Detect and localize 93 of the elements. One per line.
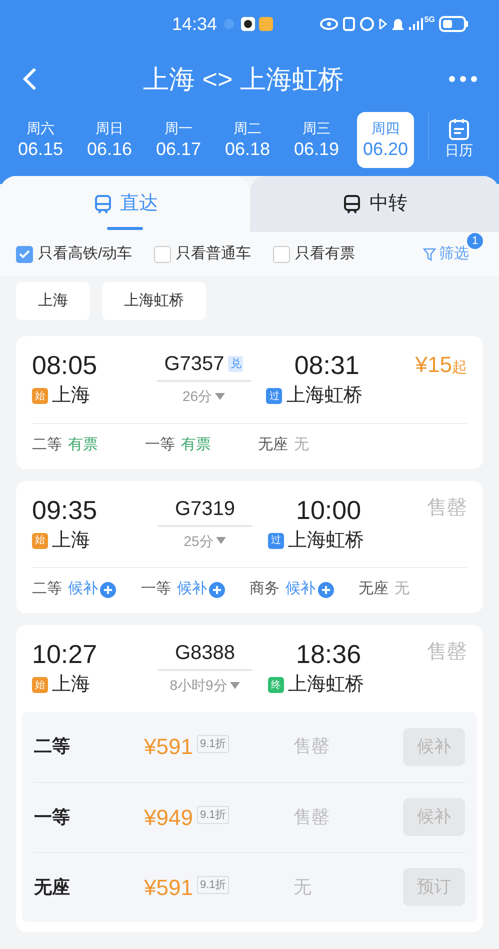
fare-status: 售罄 <box>293 735 330 758</box>
seat-status: 无 <box>294 434 309 455</box>
clock: 14:34 <box>172 12 218 36</box>
train-number: G7357 <box>164 352 224 377</box>
duration: 26分 <box>182 387 212 406</box>
sold-out-label: 售罄 <box>427 496 467 520</box>
train-number: G8388 <box>174 641 236 666</box>
route-title: 上海 <> 上海虹桥 <box>142 62 345 96</box>
count-badge: 1 <box>467 232 483 249</box>
station-tag: 过 <box>266 388 282 404</box>
station-chip[interactable]: 上海虹桥 <box>102 282 206 320</box>
date-tab[interactable]: 周一 06.17 <box>150 112 207 168</box>
plus-icon <box>208 582 225 598</box>
departure-station: 上海 <box>52 384 90 408</box>
date-tab[interactable]: 周三 06.19 <box>288 112 345 168</box>
station-chip[interactable]: 上海 <box>16 282 90 320</box>
arrival-station: 上海虹桥 <box>288 673 364 697</box>
network-label: 5G <box>424 14 435 26</box>
fare-status: 售罄 <box>293 806 330 828</box>
date-tab[interactable]: 周二 06.18 <box>219 112 276 168</box>
station-tag: 始 <box>32 532 48 549</box>
discount-tag: 9.1折 <box>196 734 230 753</box>
date-tab[interactable]: 周日 06.16 <box>81 112 138 168</box>
calendar-button[interactable]: 日历 <box>428 112 473 161</box>
filter-button[interactable]: 筛选 1 <box>423 232 483 266</box>
departure-time: 10:27 <box>32 638 98 671</box>
back-icon[interactable] <box>22 67 38 91</box>
filter-label[interactable]: 只看高铁/动车 <box>38 242 132 266</box>
checkbox[interactable] <box>16 246 33 262</box>
discount-tag: 9.1折 <box>196 876 230 894</box>
filter-label[interactable]: 只看普通车 <box>176 242 252 266</box>
date-tab[interactable]: 周六 06.15 <box>12 112 69 168</box>
train-number: G7319 <box>174 496 236 522</box>
signal-icon <box>409 18 424 30</box>
arrival-station: 上海虹桥 <box>286 384 362 408</box>
fare-price: ¥591 <box>144 874 193 902</box>
fare-price: ¥591 <box>144 733 193 761</box>
battery-icon <box>439 16 469 32</box>
seat-status: 候补 <box>286 579 316 600</box>
station-tag: 终 <box>268 677 284 694</box>
station-tag: 始 <box>32 677 48 694</box>
filter-icon <box>423 248 436 260</box>
exchange-tag: 兑 <box>228 356 244 372</box>
arrival-time: 08:31 <box>293 349 360 382</box>
price: ¥15起 <box>415 351 467 379</box>
departure-time: 08:05 <box>32 349 98 382</box>
station-tag: 过 <box>268 532 284 549</box>
seat-class: 一等 <box>34 806 71 828</box>
train-card[interactable]: 09:35 始 上海 G7319 25分 10:00 过 上海虹桥 售罄 二等 候补 一等 候补 商务 候补 无座 无 <box>16 480 483 613</box>
sold-out-label: 售罄 <box>427 640 467 665</box>
eye-icon <box>320 18 338 30</box>
seat-class: 一等 <box>140 579 171 600</box>
seat-class: 二等 <box>34 735 71 758</box>
seat-class: 二等 <box>32 434 62 455</box>
seat-class: 无座 <box>358 579 388 600</box>
seat-status: 无 <box>394 579 410 600</box>
station-tag: 始 <box>32 388 48 404</box>
seat-class: 无座 <box>34 876 71 898</box>
caret-icon <box>230 682 240 690</box>
checkbox[interactable] <box>154 246 172 262</box>
discount-tag: 9.1折 <box>196 806 230 824</box>
seat-class: 无座 <box>258 434 288 455</box>
seat-class: 二等 <box>32 579 62 600</box>
bell-icon <box>392 18 404 30</box>
caret-icon <box>216 537 226 545</box>
seat-status: 候补 <box>68 579 98 600</box>
departure-time: 09:35 <box>32 494 98 526</box>
arrival-station: 上海虹桥 <box>288 528 364 552</box>
date-tab[interactable]: 周四 06.20 <box>357 112 414 168</box>
calendar-icon <box>449 118 469 140</box>
fare-status: 无 <box>293 876 312 898</box>
seat-status: 有票 <box>68 434 98 455</box>
train-card[interactable]: 08:05 始 上海 G7357 兑 26分 08:31 过 上海虹桥 ¥15起 二等 有票 一等 有票 无座 无 <box>16 336 483 468</box>
more-icon[interactable] <box>449 76 477 82</box>
filter-label[interactable]: 只看有票 <box>295 242 356 266</box>
check-icon <box>19 250 30 258</box>
seat-status: 有票 <box>181 434 211 455</box>
fare-price: ¥949 <box>144 804 193 832</box>
checkbox[interactable] <box>273 246 290 262</box>
seat-class: 一等 <box>145 434 175 455</box>
plus-icon <box>100 582 116 598</box>
caret-icon <box>215 392 226 400</box>
departure-station: 上海 <box>52 528 90 552</box>
seat-class: 商务 <box>250 579 280 600</box>
duration: 25分 <box>184 532 214 550</box>
arrival-time: 18:36 <box>295 638 362 671</box>
seat-status: 候补 <box>176 579 207 600</box>
route-tab[interactable]: 直达 <box>0 176 250 232</box>
route-tab[interactable]: 中转 <box>250 176 499 232</box>
arrival-time: 10:00 <box>295 494 362 526</box>
duration: 8小时9分 <box>170 676 228 695</box>
departure-station: 上海 <box>52 673 90 697</box>
plus-icon <box>318 582 334 598</box>
